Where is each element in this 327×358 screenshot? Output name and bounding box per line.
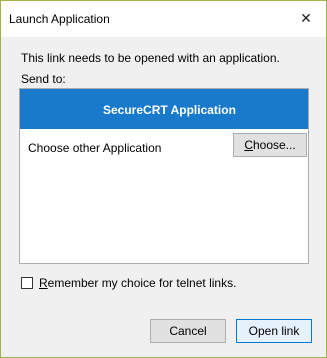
list-item-securecrt[interactable]: SecureCRT Application xyxy=(20,89,308,129)
remember-checkbox[interactable] xyxy=(21,277,33,289)
send-to-label: Send to: xyxy=(21,72,66,86)
dialog-title: Launch Application xyxy=(9,12,110,26)
application-list[interactable]: SecureCRT Application Choose other Appli… xyxy=(19,88,309,264)
list-item-label: SecureCRT Application xyxy=(103,103,236,117)
choose-mnemonic: C xyxy=(244,138,253,152)
title-bar[interactable]: Launch Application ✕ xyxy=(1,1,326,37)
open-link-button[interactable]: Open link xyxy=(236,319,312,343)
cancel-button[interactable]: Cancel xyxy=(150,319,226,343)
remember-label-rest: emember my choice for telnet links. xyxy=(47,276,237,290)
message-text: This link needs to be opened with an app… xyxy=(21,51,280,65)
launch-application-dialog: Launch Application ✕ This link needs to … xyxy=(0,0,327,358)
choose-button[interactable]: Choose... xyxy=(233,133,307,157)
remember-mnemonic: R xyxy=(39,276,48,290)
choose-label-rest: hoose... xyxy=(252,138,296,152)
remember-label[interactable]: Remember my choice for telnet links. xyxy=(39,276,236,290)
list-item-label: Choose other Application xyxy=(28,141,162,155)
close-icon[interactable]: ✕ xyxy=(296,7,316,29)
